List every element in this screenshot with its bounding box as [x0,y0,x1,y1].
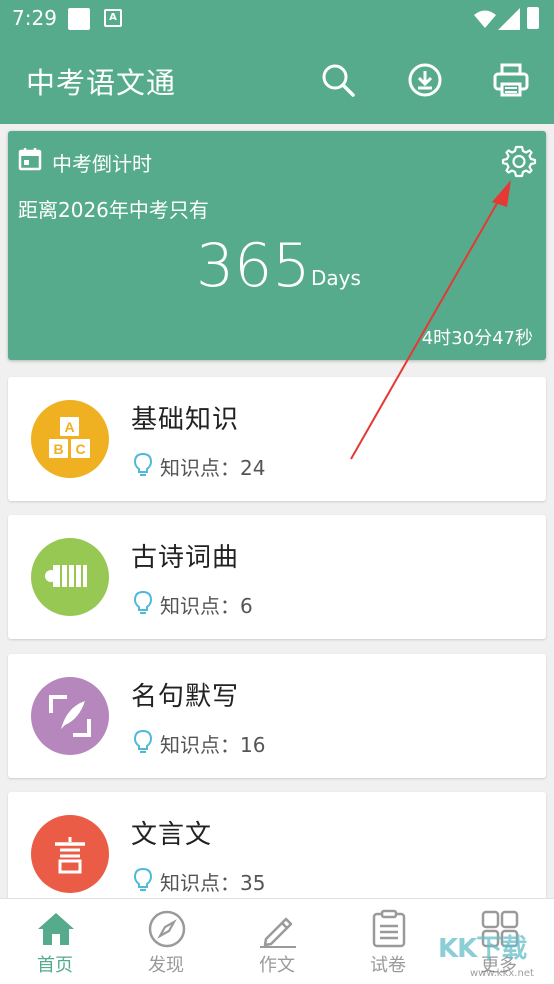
print-icon[interactable] [491,60,531,100]
lightbulb-icon [133,867,153,891]
nav-composition[interactable]: 作文 [222,899,332,984]
category-card-basics[interactable]: A B C 基础知识 知识点：24 [8,377,546,501]
countdown-timer: 4时30分47秒 [421,328,533,349]
yan-character-icon [31,815,109,893]
countdown-card: 中考倒计时 距离2026年中考只有 365 Days 4时30分47秒 [8,131,546,360]
keyboard-a-icon: A [104,9,122,27]
countdown-days: 365 [196,231,311,301]
app-bar: 中考语文通 [0,38,554,124]
notification-square-icon [68,8,90,30]
lightbulb-icon [133,452,153,476]
countdown-title: 中考倒计时 [52,152,152,176]
signal-icon [498,8,520,30]
nav-label: 试卷 [370,955,406,976]
download-icon[interactable] [405,60,445,100]
knowledge-points: 知识点：35 [160,871,266,895]
app-title: 中考语文通 [26,66,177,100]
clipboard-icon [372,909,406,948]
knowledge-points: 知识点：24 [160,456,266,480]
lightbulb-icon [133,590,153,614]
svg-text:C: C [75,441,85,457]
calendar-icon [18,148,42,171]
nav-home[interactable]: 首页 [0,899,110,984]
watermark-logo: KK下载 [438,934,527,964]
search-icon[interactable] [318,60,358,100]
pencil-icon [260,917,296,948]
nav-label: 首页 [37,955,73,976]
nav-exam-papers[interactable]: 试卷 [333,899,443,984]
settings-gear-icon[interactable] [501,143,537,179]
wifi-icon [474,10,496,28]
countdown-subtitle: 距离2026年中考只有 [18,198,209,222]
home-icon [38,913,74,945]
knowledge-points: 知识点：6 [160,594,253,618]
compass-icon [148,910,186,948]
abc-blocks-icon: A B C [31,400,109,478]
category-name: 古诗词曲 [131,543,240,573]
status-time: 7:29 [12,6,57,30]
watermark-url: www.kkx.net [470,968,534,979]
nav-label: 发现 [148,955,184,976]
lightbulb-icon [133,729,153,753]
knowledge-points: 知识点：16 [160,733,266,757]
battery-icon [527,7,539,29]
status-bar: 7:29 A [0,0,554,38]
countdown-unit: Days [311,266,361,290]
category-name: 文言文 [131,820,213,850]
svg-text:B: B [53,441,63,457]
category-name: 名句默写 [131,682,240,712]
category-name: 基础知识 [131,405,240,435]
nav-label: 作文 [259,955,295,976]
nav-discover[interactable]: 发现 [111,899,221,984]
category-card-quotes[interactable]: 名句默写 知识点：16 [8,654,546,778]
svg-text:A: A [64,419,74,435]
quill-pen-icon [31,677,109,755]
bamboo-scroll-icon [31,538,109,616]
category-card-poetry[interactable]: 古诗词曲 知识点：6 [8,515,546,639]
